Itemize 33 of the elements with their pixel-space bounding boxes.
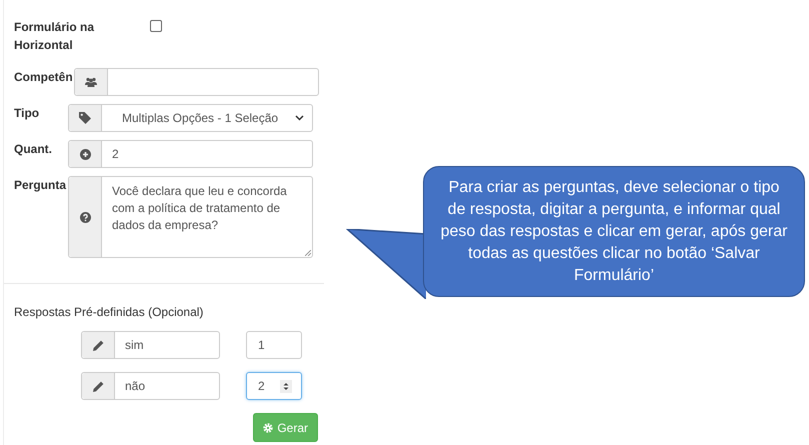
tag-icon <box>79 112 91 124</box>
select-value: Multiplas Opções - 1 Seleção <box>122 111 278 125</box>
answer-field[interactable]: não <box>81 372 220 400</box>
input-field[interactable]: 2 <box>68 140 313 168</box>
field-label: Pergunta <box>14 177 68 193</box>
weight-field[interactable]: 2 <box>246 372 302 400</box>
input-field[interactable] <box>74 68 319 96</box>
answer-field[interactable]: sim <box>81 331 220 359</box>
users-icon <box>84 77 97 87</box>
pencil-icon <box>92 340 104 350</box>
answer-text: não <box>125 379 146 393</box>
plus-circle-icon <box>80 148 90 160</box>
select-field[interactable]: Multiplas Opções - 1 Seleção <box>68 104 313 132</box>
field-label: Quant. <box>14 141 53 157</box>
chevron-down-icon <box>295 115 304 121</box>
section-title: Respostas Pré-definidas (Opcional) <box>14 305 204 319</box>
answer-text: sim <box>125 338 144 352</box>
weight-value: 1 <box>258 338 265 352</box>
resize-grip-icon <box>305 250 311 256</box>
field-label: Competên <box>14 69 74 85</box>
field-label: Formulário na Horizontal <box>14 19 96 54</box>
callout-text: Para criar as perguntas, deve selecionar o tipo de resposta, digitar a pergunta, e informar qual peso das respostas e clicar em gerar, após gerar todas as questões clicar no botão ‘Salvar Formulário’ <box>440 178 788 286</box>
pencil-icon <box>92 380 104 392</box>
weight-value: 2 <box>258 379 265 393</box>
question-icon <box>80 212 90 222</box>
spinner-icon[interactable] <box>280 380 292 392</box>
field-value: 2 <box>112 147 119 161</box>
settings-icon <box>263 422 274 432</box>
field-label: Tipo <box>14 105 40 121</box>
checkbox[interactable] <box>150 20 162 32</box>
text-area[interactable]: Você declara que leu e concorda com a política de tratamento de dados da empresa? <box>68 176 313 258</box>
question-text: Você declara que leu e concorda com a política de tratamento de dados da empresa? <box>112 183 288 234</box>
weight-field[interactable]: 1 <box>246 331 302 359</box>
